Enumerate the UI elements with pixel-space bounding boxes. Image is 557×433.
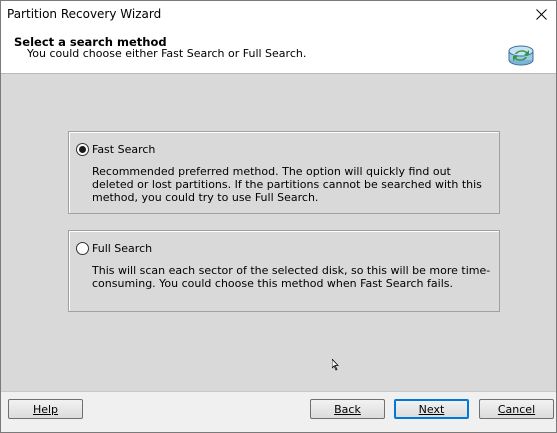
wizard-window: Partition Recovery Wizard Select a searc… [0, 0, 557, 433]
button-bar: Help Back Next Cancel [1, 391, 556, 432]
back-button[interactable]: Back [310, 399, 385, 419]
fast-search-description: Recommended preferred method. The option… [92, 165, 482, 204]
partition-recovery-icon [508, 45, 534, 66]
wizard-header: Select a search method You could choose … [1, 28, 556, 74]
close-button[interactable] [526, 1, 556, 28]
full-search-option[interactable]: Full Search [76, 242, 152, 255]
fast-search-group: Fast Search Recommended preferred method… [68, 131, 500, 214]
header-subtitle: You could choose either Fast Search or F… [27, 47, 307, 60]
title-bar: Partition Recovery Wizard [1, 1, 556, 28]
full-search-label[interactable]: Full Search [92, 242, 152, 255]
full-search-group: Full Search This will scan each sector o… [68, 230, 500, 312]
fast-search-radio[interactable] [76, 143, 89, 156]
cancel-button[interactable]: Cancel [479, 399, 554, 419]
next-button[interactable]: Next [394, 399, 469, 419]
content-area: Fast Search Recommended preferred method… [1, 74, 556, 391]
full-search-description: This will scan each sector of the select… [92, 264, 491, 290]
full-search-radio[interactable] [76, 242, 89, 255]
fast-search-option[interactable]: Fast Search [76, 143, 155, 156]
help-button[interactable]: Help [8, 399, 83, 419]
fast-search-label[interactable]: Fast Search [92, 143, 155, 156]
mouse-cursor-icon [332, 359, 339, 371]
window-title: Partition Recovery Wizard [7, 7, 162, 21]
close-icon [535, 9, 547, 20]
